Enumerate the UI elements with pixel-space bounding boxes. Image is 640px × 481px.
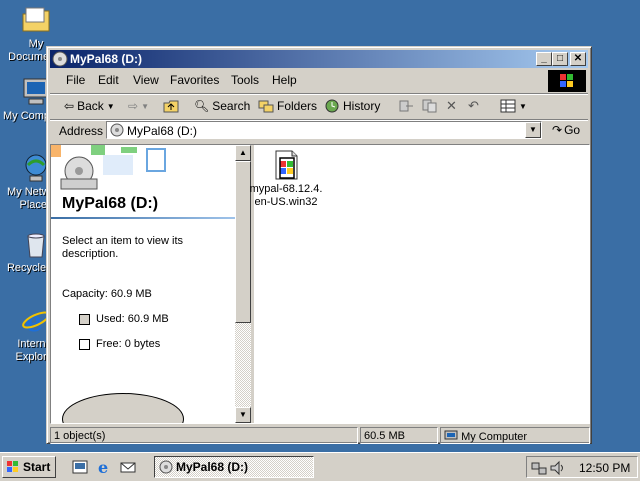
back-button[interactable]: ⇦ Back ▼	[64, 98, 115, 114]
address-dropdown-button[interactable]: ▼	[525, 122, 541, 138]
address-value: MyPal68 (D:)	[127, 124, 198, 138]
go-button[interactable]: ↷ Go	[552, 123, 580, 137]
back-arrow-icon: ⇦	[64, 99, 75, 113]
menu-view[interactable]: View	[133, 73, 159, 87]
history-button[interactable]: History	[324, 98, 380, 114]
used-legend: Used: 60.9 MB	[79, 313, 169, 325]
free-swatch	[79, 338, 90, 350]
delete-button[interactable]: ✕	[446, 98, 457, 114]
folders-button[interactable]: Folders	[258, 98, 317, 114]
title-bar[interactable]: MyPal68 (D:) _ □ ✕	[50, 50, 588, 68]
search-button[interactable]: 🔍︎ Search	[194, 98, 250, 114]
installer-icon	[275, 150, 298, 180]
undo-button[interactable]: ↶	[468, 98, 479, 114]
forward-arrow-icon: ⇨	[128, 99, 139, 113]
menu-tools[interactable]: Tools	[231, 73, 259, 87]
go-arrow-icon: ↷	[552, 123, 563, 137]
disk-usage-pie-chart	[62, 393, 184, 423]
status-bar: 1 object(s) 60.5 MB My Computer	[50, 427, 590, 445]
file-item[interactable]: mypal-68.12.4.en-US.win32	[249, 149, 323, 209]
address-label: Address	[59, 124, 104, 138]
copy-to-button[interactable]	[422, 98, 438, 114]
close-button[interactable]: ✕	[570, 52, 586, 66]
free-text: Free: 0 bytes	[96, 338, 161, 350]
system-tray: 12:50 PM	[526, 456, 638, 478]
taskbar: Start e MyPal68 (D:) 12:50 PM	[0, 452, 640, 481]
move-to-icon	[399, 100, 413, 112]
show-desktop-icon	[72, 460, 88, 474]
chevron-down-icon: ▼	[529, 125, 537, 134]
address-input[interactable]: MyPal68 (D:) ▼	[106, 121, 542, 139]
scroll-down-button[interactable]: ▼	[235, 407, 251, 423]
undo-icon: ↶	[468, 98, 479, 113]
folders-icon	[258, 100, 274, 113]
chevron-up-icon: ▲	[239, 148, 247, 157]
up-folder-icon	[163, 100, 179, 113]
up-folder-button[interactable]	[163, 98, 179, 114]
used-swatch	[79, 313, 90, 325]
drive-icon	[110, 123, 124, 137]
move-to-button[interactable]	[398, 98, 414, 114]
chevron-down-icon: ▼	[141, 101, 149, 111]
chevron-down-icon: ▼	[106, 101, 115, 111]
svg-text:e: e	[98, 459, 108, 475]
menu-bar: File Edit View Favorites Tools Help	[50, 70, 588, 92]
copy-to-icon	[422, 99, 437, 113]
quick-launch-desktop[interactable]	[72, 459, 88, 478]
webview-banner-graphic	[51, 145, 166, 190]
status-object-count: 1 object(s)	[50, 427, 358, 444]
used-text: Used: 60.9 MB	[96, 313, 169, 325]
content-area: MyPal68 (D:) Select an item to view its …	[50, 144, 590, 424]
maximize-button[interactable]: □	[552, 52, 568, 66]
free-legend: Free: 0 bytes	[79, 338, 160, 350]
quick-launch-outlook[interactable]	[120, 459, 136, 478]
menu-help[interactable]: Help	[272, 73, 297, 87]
menu-edit[interactable]: Edit	[98, 73, 119, 87]
windows-logo-icon	[548, 70, 586, 92]
network-tray-icon[interactable]	[531, 460, 547, 476]
delete-icon: ✕	[446, 98, 457, 113]
folder-icon	[20, 4, 52, 36]
address-bar: Address MyPal68 (D:) ▼ ↷ Go	[50, 119, 588, 142]
drive-title: MyPal68 (D:)	[62, 195, 159, 212]
taskbar-window-button[interactable]: MyPal68 (D:)	[154, 456, 314, 478]
start-button[interactable]: Start	[2, 456, 56, 478]
outlook-express-icon	[120, 462, 136, 473]
drive-icon	[159, 460, 173, 474]
forward-button[interactable]: ⇨ ▼	[128, 98, 149, 114]
menu-favorites[interactable]: Favorites	[170, 73, 219, 87]
explorer-window: MyPal68 (D:) _ □ ✕ File Edit View Favori…	[46, 46, 592, 444]
chevron-down-icon: ▼	[519, 101, 527, 111]
standard-toolbar: ⇦ Back ▼ ⇨ ▼ 🔍︎ Search Folders History ✕…	[50, 93, 588, 118]
status-size: 60.5 MB	[360, 427, 438, 444]
file-name: mypal-68.12.4.en-US.win32	[249, 183, 323, 208]
views-icon	[500, 99, 516, 113]
drive-icon	[52, 51, 68, 70]
description-text: Select an item to view its description.	[62, 235, 184, 260]
status-zone: My Computer	[440, 427, 590, 444]
window-title: MyPal68 (D:)	[70, 52, 143, 66]
minimize-button[interactable]: _	[536, 52, 552, 66]
clock[interactable]: 12:50 PM	[579, 461, 630, 475]
svg-text:e: e	[25, 305, 43, 336]
web-view-pane: MyPal68 (D:) Select an item to view its …	[51, 145, 235, 423]
chevron-down-icon: ▼	[239, 410, 247, 419]
windows-logo-icon	[7, 461, 18, 472]
views-button[interactable]: ▼	[500, 98, 527, 114]
quick-launch-ie[interactable]: e	[96, 458, 112, 478]
ie-icon: e	[98, 458, 108, 477]
history-icon	[325, 99, 339, 113]
computer-icon	[444, 430, 458, 440]
search-icon: 🔍︎	[194, 99, 210, 113]
menu-file[interactable]: File	[66, 73, 85, 87]
volume-icon[interactable]	[549, 460, 565, 476]
title-divider	[51, 217, 235, 219]
capacity-text: Capacity: 60.9 MB	[62, 288, 152, 300]
